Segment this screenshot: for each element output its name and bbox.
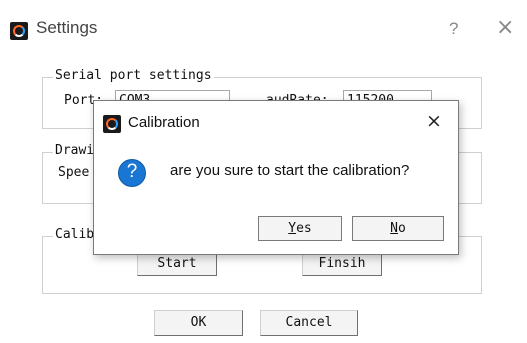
serial-port-group-title: Serial port settings — [53, 68, 214, 83]
ok-button[interactable]: OK — [154, 310, 243, 336]
help-button[interactable]: ? — [449, 19, 458, 39]
close-button[interactable]: × — [496, 15, 514, 40]
calibration-group-title: Calib — [53, 227, 97, 242]
app-logo-icon — [10, 22, 28, 40]
dialog-titlebar[interactable]: Calibration × — [94, 101, 458, 141]
settings-titlebar[interactable]: Settings ? × — [0, 0, 527, 58]
cancel-button[interactable]: Cancel — [260, 310, 358, 336]
drawing-group-title: Drawi — [53, 143, 97, 158]
dialog-message: are you sure to start the calibration? — [170, 162, 410, 179]
no-mnemonic: N — [390, 221, 398, 236]
speed-label: Spee — [58, 165, 90, 180]
finish-calibration-button[interactable]: Finsih — [302, 252, 382, 276]
start-calibration-button[interactable]: Start — [137, 252, 217, 276]
yes-mnemonic: Y — [288, 221, 297, 236]
no-button[interactable]: No — [352, 216, 444, 241]
dialog-title: Calibration — [128, 114, 200, 131]
app-logo-icon — [103, 115, 121, 133]
calibration-dialog: Calibration × ? are you sure to start th… — [93, 100, 459, 255]
no-label: o — [398, 221, 406, 236]
window-title: Settings — [36, 18, 98, 37]
yes-label: es — [296, 221, 312, 236]
yes-button[interactable]: Yes — [258, 216, 342, 241]
question-icon: ? — [118, 159, 146, 187]
dialog-close-button[interactable]: × — [426, 110, 442, 132]
